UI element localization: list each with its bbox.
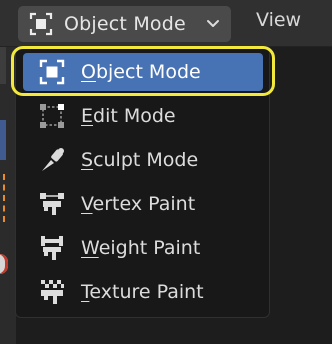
menu-item-label: Texture Paint <box>81 281 204 303</box>
object-mode-icon <box>37 57 67 87</box>
sculpt-mode-icon <box>37 145 67 175</box>
menu-item-texture-paint[interactable]: Texture Paint <box>23 273 263 311</box>
menu-item-label: Vertex Paint <box>81 193 196 215</box>
cursor-tool-icon[interactable] <box>0 254 8 274</box>
weight-paint-icon <box>37 233 67 263</box>
edit-mode-icon <box>37 101 67 131</box>
menu-item-object-mode[interactable]: Object Mode <box>23 53 263 91</box>
menu-item-edit-mode[interactable]: Edit Mode <box>23 97 263 135</box>
toolbar-tool-active[interactable] <box>0 120 6 160</box>
texture-paint-icon <box>37 277 67 307</box>
menu-item-label: Weight Paint <box>81 237 201 259</box>
mode-dropdown-menu: Object Mode Edit Mode Sculpt Mode Vertex… <box>15 46 270 318</box>
vertex-paint-icon <box>37 189 67 219</box>
mode-selector-label: Object Mode <box>64 13 186 35</box>
selection-outline <box>0 174 5 222</box>
menu-item-label: Object Mode <box>81 61 201 83</box>
toolbar-tool[interactable] <box>0 44 6 84</box>
viewport-header: Object Mode View <box>0 0 332 47</box>
mode-selector-button[interactable]: Object Mode <box>18 6 231 42</box>
object-mode-icon <box>28 11 54 37</box>
menu-item-vertex-paint[interactable]: Vertex Paint <box>23 185 263 223</box>
menu-item-label: Edit Mode <box>81 105 176 127</box>
chevron-down-icon <box>205 15 221 31</box>
menu-item-sculpt-mode[interactable]: Sculpt Mode <box>23 141 263 179</box>
toolbar-strip <box>0 44 16 344</box>
menu-item-weight-paint[interactable]: Weight Paint <box>23 229 263 267</box>
blender-viewport: Object Mode View Object Mode Edit Mode S… <box>0 0 332 344</box>
menu-item-label: Sculpt Mode <box>81 149 199 171</box>
view-menu[interactable]: View <box>256 9 301 31</box>
